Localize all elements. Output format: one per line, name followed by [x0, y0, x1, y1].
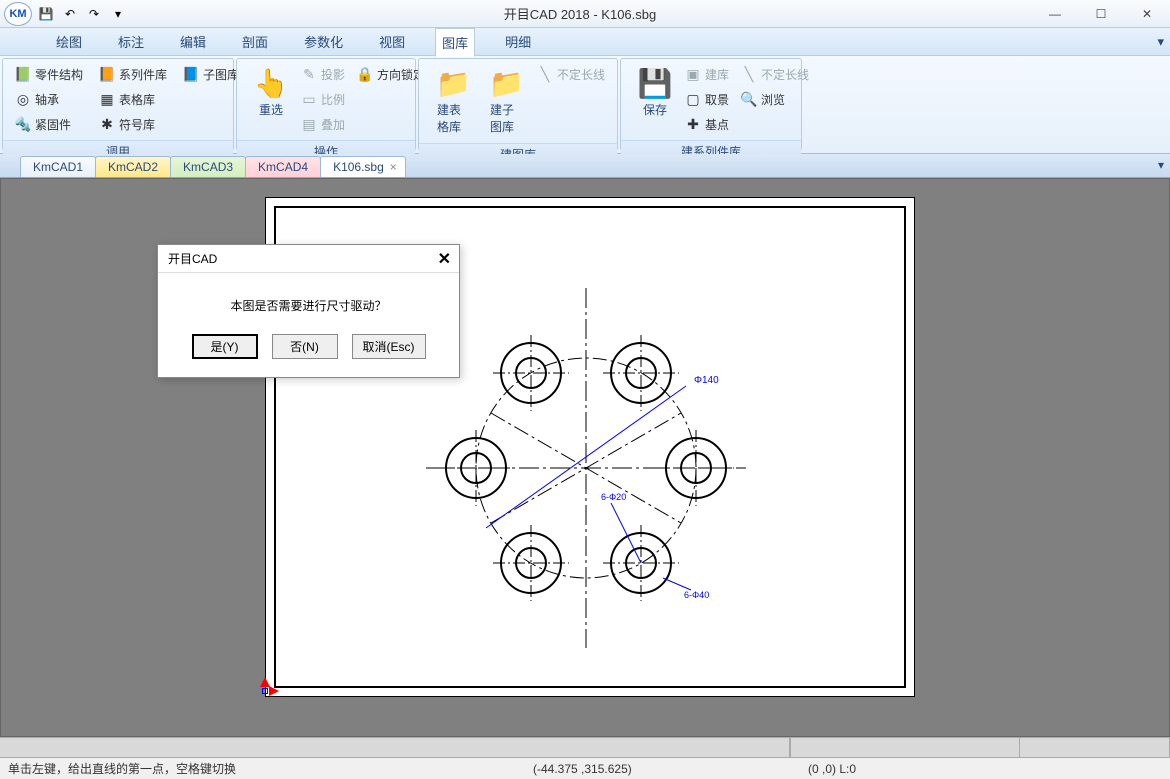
newlib-icon: ▣	[685, 67, 701, 83]
doctabs-chevron-icon[interactable]: ▾	[1158, 158, 1164, 172]
svg-text:6-Φ20: 6-Φ20	[601, 492, 626, 502]
titlebar: KM 💾 ↶ ↷ ▾ 开目CAD 2018 - K106.sbg — ☐ ✕	[0, 0, 1170, 28]
btn-bearing[interactable]: ◎轴承	[11, 88, 87, 111]
maximize-button[interactable]: ☐	[1078, 0, 1124, 28]
btn-fastener[interactable]: 🔩紧固件	[11, 113, 87, 136]
btn-table-lib[interactable]: ▦表格库	[95, 88, 171, 111]
btn-browse[interactable]: 🔍浏览	[737, 88, 813, 111]
tab-kmcad1[interactable]: KmCAD1	[20, 156, 96, 177]
book3-icon: 📘	[183, 67, 199, 83]
svg-text:6-Φ40: 6-Φ40	[684, 590, 709, 600]
btn-symbol-lib[interactable]: ✱符号库	[95, 113, 171, 136]
pencil-icon: ✎	[301, 67, 317, 83]
status-coord2: (0 ,0) L:0	[800, 760, 864, 778]
btn-reselect[interactable]: 👆重选	[245, 63, 297, 122]
btn-capture[interactable]: ▢取景	[681, 88, 733, 111]
window-title: 开目CAD 2018 - K106.sbg	[128, 4, 1032, 23]
btn-indef-line[interactable]: ╲不定长线	[533, 63, 609, 86]
btn-build-tablelib[interactable]: 📁建表格库	[427, 63, 480, 139]
cad-drawing: Φ140 6-Φ20 6-Φ40	[416, 278, 756, 658]
book-icon: 📗	[15, 67, 31, 83]
ribbon-group-invoke: 📗零件结构 ◎轴承 🔩紧固件 📙系列件库 ▦表格库 ✱符号库 📘子图库 调用	[2, 58, 234, 151]
btn-part-structure[interactable]: 📗零件结构	[11, 63, 87, 86]
hand-icon: 👆	[255, 67, 287, 99]
dialog-title: 开目CAD	[168, 250, 217, 267]
line2-icon: ╲	[741, 67, 757, 83]
book2-icon: 📙	[99, 67, 115, 83]
btn-scale[interactable]: ▭比例	[297, 88, 349, 111]
menu-detail[interactable]: 明细	[499, 28, 537, 55]
menu-annotate[interactable]: 标注	[112, 28, 150, 55]
dialog-yes-button[interactable]: 是(Y)	[192, 334, 258, 359]
menu-edit[interactable]: 编辑	[174, 28, 212, 55]
btn-build-sublib[interactable]: 📁建子图库	[480, 63, 533, 139]
menubar: 绘图 标注 编辑 剖面 参数化 视图 图库 明细 ▾	[0, 28, 1170, 56]
btn-save-lib[interactable]: 💾保存	[629, 63, 681, 122]
bolt-icon: 🔩	[15, 117, 31, 133]
table-icon: ▦	[99, 92, 115, 108]
dialog-cancel-button[interactable]: 取消(Esc)	[352, 334, 426, 359]
tab-kmcad4[interactable]: KmCAD4	[245, 156, 321, 177]
undo-icon[interactable]: ↶	[60, 4, 80, 24]
menubar-chevron-icon[interactable]: ▾	[1157, 34, 1164, 50]
ribbon-group-series: 💾保存 ▣建库 ▢取景 ✚基点 ╲不定长线 🔍浏览 建系列件库	[620, 58, 802, 151]
tab-close-icon[interactable]: ×	[390, 160, 397, 174]
close-button[interactable]: ✕	[1124, 0, 1170, 28]
symbol-icon: ✱	[99, 117, 115, 133]
folder-icon: 📁	[437, 67, 469, 99]
status-hint: 单击左键，给出直线的第一点，空格键切换	[0, 758, 244, 779]
bearing-icon: ◎	[15, 92, 31, 108]
confirm-dialog: 开目CAD ✕ 本图是否需要进行尺寸驱动？ 是(Y) 否(N) 取消(Esc)	[157, 244, 460, 378]
menu-section[interactable]: 剖面	[236, 28, 274, 55]
save-icon: 💾	[639, 67, 671, 99]
dialog-message: 本图是否需要进行尺寸驱动？	[158, 273, 459, 328]
status-bar: 单击左键，给出直线的第一点，空格键切换 (-44.375 ,315.625) (…	[0, 737, 1170, 779]
menu-draw[interactable]: 绘图	[50, 28, 88, 55]
btn-project[interactable]: ✎投影	[297, 63, 349, 86]
tab-k106[interactable]: K106.sbg×	[320, 156, 406, 177]
svg-text:Φ140: Φ140	[694, 375, 719, 386]
btn-overlay[interactable]: ▤叠加	[297, 113, 349, 136]
btn-basepoint[interactable]: ✚基点	[681, 113, 733, 136]
btn-series-lib[interactable]: 📙系列件库	[95, 63, 171, 86]
menu-view[interactable]: 视图	[373, 28, 411, 55]
qat-dropdown-icon[interactable]: ▾	[108, 4, 128, 24]
line-icon: ╲	[537, 67, 553, 83]
tab-kmcad2[interactable]: KmCAD2	[95, 156, 171, 177]
ribbon-group-operate: 👆重选 ✎投影 ▭比例 ▤叠加 🔒方向锁定 操作	[236, 58, 416, 151]
capture-icon: ▢	[685, 92, 701, 108]
document-tabs: KmCAD1 KmCAD2 KmCAD3 KmCAD4 K106.sbg× ▾	[0, 154, 1170, 178]
dialog-close-icon[interactable]: ✕	[438, 249, 451, 269]
btn-indef-line2[interactable]: ╲不定长线	[737, 63, 813, 86]
cross-icon: ✚	[685, 117, 701, 133]
menu-library[interactable]: 图库	[435, 28, 475, 57]
btn-sub-lib[interactable]: 📘子图库	[179, 63, 243, 86]
status-coord1: (-44.375 ,315.625)	[525, 760, 640, 778]
menu-parametric[interactable]: 参数化	[298, 28, 349, 55]
redo-icon[interactable]: ↷	[84, 4, 104, 24]
zoom-icon: 🔍	[741, 92, 757, 108]
ribbon-group-buildlib: 📁建表格库 📁建子图库 ╲不定长线 建图库	[418, 58, 618, 151]
rect-icon: ▭	[301, 92, 317, 108]
save-icon[interactable]: 💾	[36, 4, 56, 24]
ribbon: 📗零件结构 ◎轴承 🔩紧固件 📙系列件库 ▦表格库 ✱符号库 📘子图库 调用 👆…	[0, 56, 1170, 154]
stack-icon: ▤	[301, 117, 317, 133]
folder2-icon: 📁	[490, 67, 522, 99]
minimize-button[interactable]: —	[1032, 0, 1078, 28]
btn-build-lib[interactable]: ▣建库	[681, 63, 733, 86]
app-logo[interactable]: KM	[4, 2, 32, 26]
dialog-no-button[interactable]: 否(N)	[272, 334, 338, 359]
lock-icon: 🔒	[357, 67, 373, 83]
tab-kmcad3[interactable]: KmCAD3	[170, 156, 246, 177]
